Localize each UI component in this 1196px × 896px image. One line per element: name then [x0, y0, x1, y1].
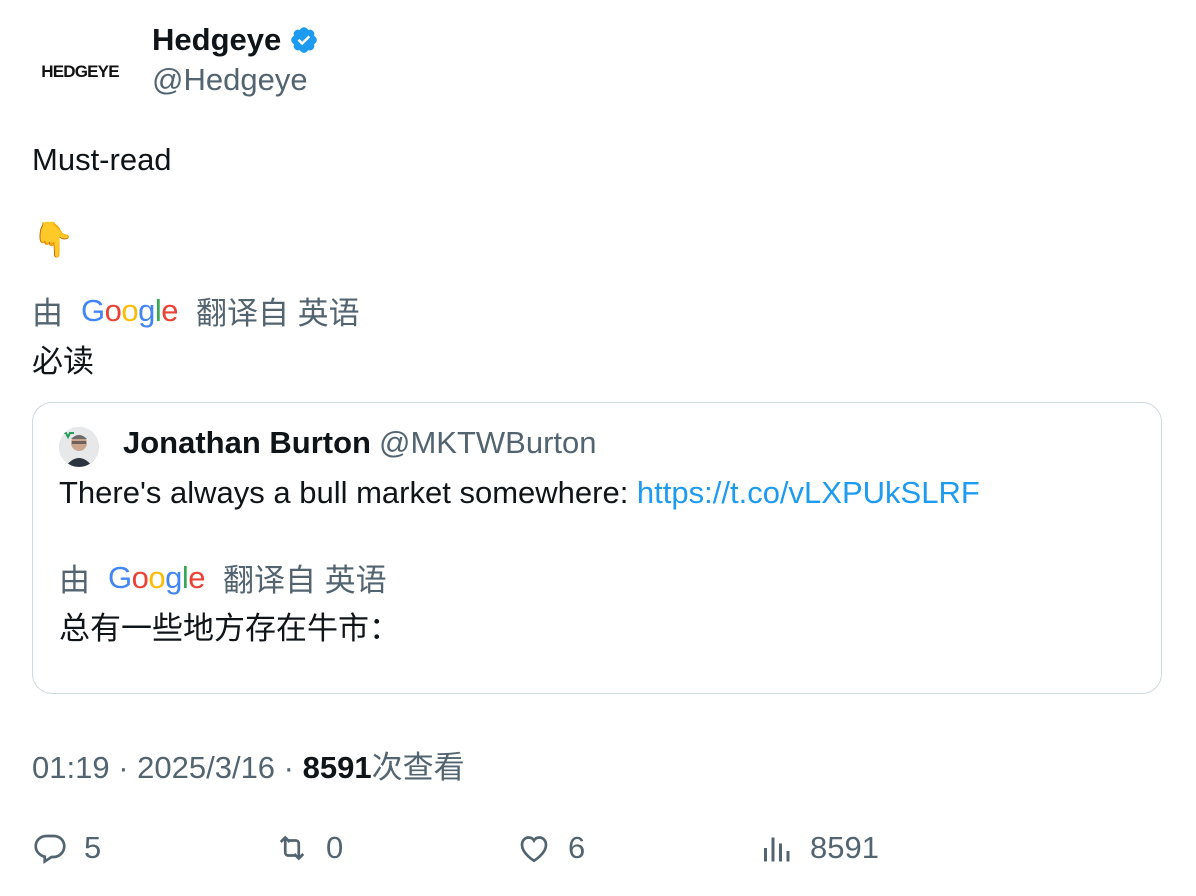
like-count: 6: [568, 830, 586, 865]
quote-google-logo: Google: [108, 559, 206, 595]
reply-button[interactable]: 5: [32, 830, 101, 866]
quote-author-avatar[interactable]: [59, 427, 99, 467]
retweet-icon: [279, 835, 305, 861]
quote-translate-suffix: 翻译自 英语: [223, 563, 387, 598]
tweet-meta: 01:19 · 2025/3/16 · 8591次查看: [32, 742, 465, 787]
views-action-count: 8591: [810, 830, 879, 865]
meta-separator: ·: [275, 750, 303, 785]
quote-translated-text: 总有一些地方存在牛市：: [59, 611, 400, 646]
reply-count: 5: [84, 830, 102, 865]
quote-translate-prefix: 由: [59, 563, 90, 598]
reply-icon: [34, 834, 66, 865]
quote-author-handle[interactable]: @MKTWBurton: [379, 425, 597, 461]
quote-author-name[interactable]: Jonathan Burton: [123, 425, 371, 461]
views-count: 8591: [302, 750, 372, 785]
author-name-row[interactable]: Hedgeye: [152, 22, 319, 58]
analytics-icon: [764, 837, 790, 862]
retweet-count: 0: [326, 830, 344, 865]
translated-text: 必读: [32, 344, 94, 379]
tweet-date[interactable]: 2025/3/16: [137, 750, 275, 785]
pointing-down-emoji: 👇: [32, 221, 75, 259]
quote-text: There's always a bull market somewhere: …: [59, 475, 980, 511]
google-logo: Google: [81, 292, 179, 328]
tweet-time[interactable]: 01:19: [32, 750, 110, 785]
meta-separator: ·: [109, 750, 138, 785]
author-name[interactable]: Hedgeye: [152, 22, 281, 58]
views-label: 次查看: [371, 750, 465, 785]
hedgeye-logo: HEDGEYE: [41, 62, 119, 81]
person-avatar-icon: [59, 427, 99, 467]
quote-link[interactable]: https://t.co/vLXPUkSLRF: [637, 475, 980, 510]
translate-prefix: 由: [32, 296, 63, 331]
quote-body: There's always a bull market somewhere:: [59, 475, 637, 510]
quoted-tweet[interactable]: Jonathan Burton @MKTWBurton There's alwa…: [32, 402, 1162, 694]
retweet-button[interactable]: 0: [274, 830, 343, 866]
quote-author[interactable]: Jonathan Burton @MKTWBurton: [123, 425, 597, 461]
author-avatar[interactable]: HEDGEYE: [32, 32, 128, 112]
translate-suffix: 翻译自 英语: [196, 296, 360, 331]
author-handle[interactable]: @Hedgeye: [152, 62, 308, 98]
verified-badge-icon: [291, 27, 318, 53]
action-bar: 5 0 6 8591: [32, 830, 1172, 874]
tweet-text: Must-read: [32, 142, 172, 177]
heart-icon: [520, 836, 548, 863]
views-button[interactable]: 8591: [758, 830, 879, 866]
like-button[interactable]: 6: [516, 830, 585, 866]
quote-translation-attribution: 由 Google 翻译自 英语: [59, 555, 387, 600]
translation-attribution: 由 Google 翻译自 英语: [32, 288, 360, 333]
